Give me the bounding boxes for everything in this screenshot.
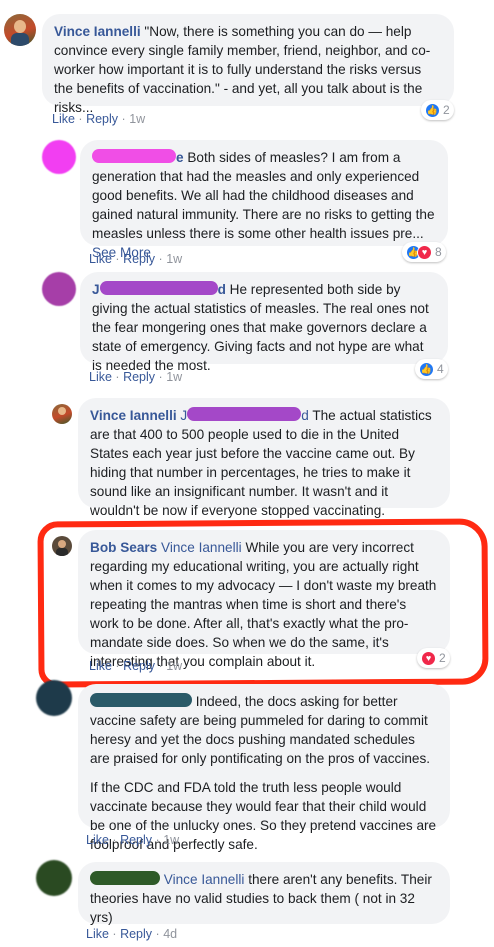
author-name-partial[interactable]: d (218, 282, 226, 297)
reply-link[interactable]: Reply (120, 927, 152, 941)
redacted-name (90, 693, 192, 707)
redacted-name (90, 871, 160, 885)
separator: · (112, 927, 117, 941)
separator: · (121, 112, 126, 126)
avatar[interactable] (36, 860, 72, 896)
timestamp[interactable]: 4d (163, 927, 177, 941)
like-link[interactable]: Like (86, 833, 109, 847)
redacted-name (187, 407, 302, 421)
like-link[interactable]: Like (52, 112, 75, 126)
reaction-count: 4 (437, 362, 444, 376)
timestamp[interactable]: 1w (166, 252, 182, 266)
redacted-name (99, 281, 218, 295)
comment-text: The actual statistics are that 400 to 50… (90, 408, 432, 518)
redacted-name (92, 149, 176, 163)
separator: · (78, 112, 83, 126)
avatar[interactable] (42, 140, 76, 174)
mention[interactable]: J (180, 408, 187, 423)
love-icon: ♥ (417, 244, 432, 260)
author-name-partial[interactable]: J (92, 282, 100, 297)
separator: · (155, 927, 160, 941)
reply-link[interactable]: Reply (123, 370, 155, 384)
comment-bubble: e Both sides of measles? I am from a gen… (80, 140, 448, 260)
comment-bubble: Jd He represented both side by giving th… (80, 272, 448, 373)
timestamp[interactable]: 1w (166, 370, 182, 384)
comment-actions: Like · Reply · 1w (52, 112, 145, 126)
comment-bubble: Indeed, the docs asking for better vacci… (78, 684, 450, 852)
comment-bubble: Vince Iannelli there aren't any benefits… (78, 862, 450, 925)
comment-actions: Like · Reply · 1w (89, 370, 182, 384)
timestamp[interactable]: 1w (129, 112, 145, 126)
author-name[interactable]: Vince Iannelli (90, 408, 177, 423)
comment-bubble: Vince Iannelli Jd The actual statistics … (78, 398, 450, 518)
reply-link[interactable]: Reply (120, 833, 152, 847)
avatar[interactable] (52, 404, 72, 424)
separator: · (158, 252, 163, 266)
avatar[interactable] (4, 14, 36, 46)
comment-bubble: Vince Iannelli "Now, there is something … (42, 14, 454, 115)
mention[interactable]: d (301, 408, 309, 423)
reaction-count: 2 (443, 103, 450, 117)
mention[interactable]: Vince Iannelli (164, 872, 245, 887)
reaction-summary[interactable]: 👍 4 (415, 359, 448, 379)
like-link[interactable]: Like (89, 252, 112, 266)
reaction-count: 8 (435, 245, 442, 259)
reply-link[interactable]: Reply (86, 112, 118, 126)
separator: · (115, 252, 120, 266)
comment-text: Both sides of measles? I am from a gener… (92, 150, 435, 241)
reaction-summary[interactable]: 👍 2 (421, 100, 454, 120)
reply-link[interactable]: Reply (123, 252, 155, 266)
like-icon: 👍 (425, 102, 440, 118)
separator: · (155, 833, 160, 847)
separator: · (112, 833, 117, 847)
comment-actions: Like · Reply · 4d (86, 927, 177, 941)
avatar[interactable] (42, 272, 76, 306)
highlight-outline (37, 518, 489, 688)
separator: · (115, 370, 120, 384)
like-link[interactable]: Like (86, 927, 109, 941)
avatar[interactable] (36, 680, 72, 716)
comment-actions: Like · Reply · 1w (86, 833, 179, 847)
like-link[interactable]: Like (89, 370, 112, 384)
like-icon: 👍 (419, 361, 434, 377)
comment-text: He represented both side by giving the a… (92, 282, 429, 373)
comment-actions: Like · Reply · 1w (89, 252, 182, 266)
author-name-partial[interactable]: e (176, 150, 184, 165)
reaction-summary[interactable]: 👍 ♥ 8 (402, 242, 446, 262)
timestamp[interactable]: 1w (163, 833, 179, 847)
separator: · (158, 370, 163, 384)
author-name[interactable]: Vince Iannelli (54, 24, 141, 39)
